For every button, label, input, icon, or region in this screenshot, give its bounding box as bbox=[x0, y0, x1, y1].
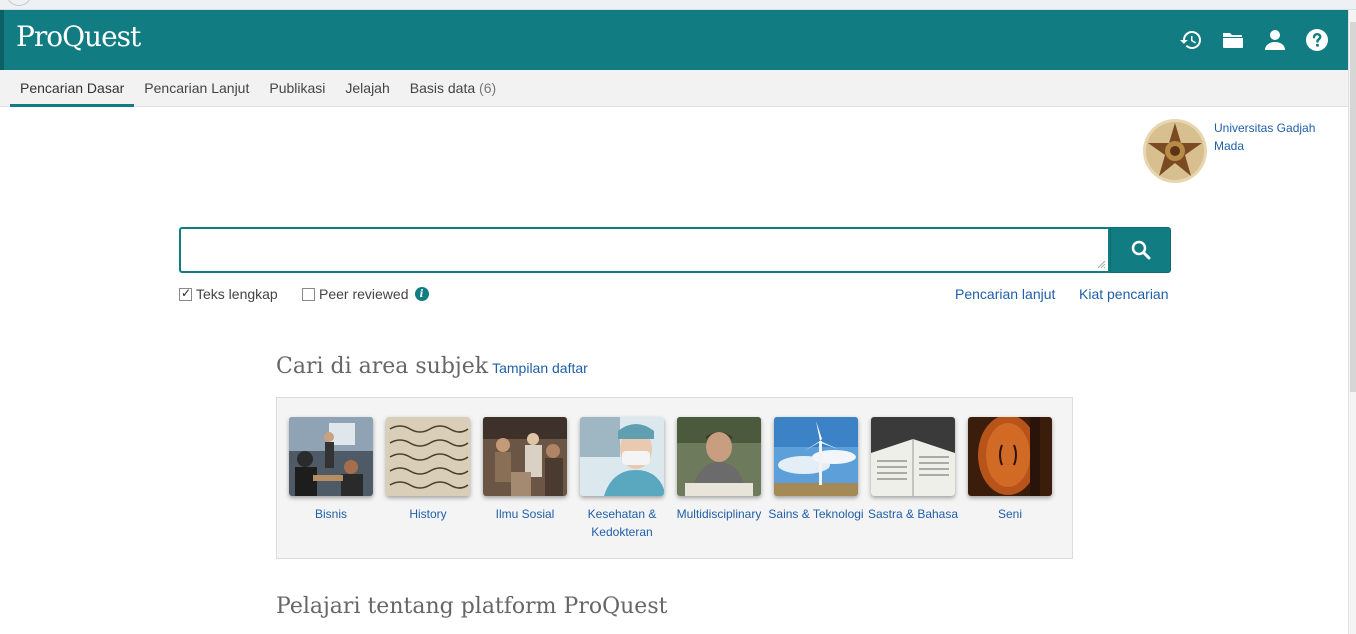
subject-label: Seni bbox=[997, 507, 1023, 521]
subject-label: Kesehatan & Kedokteran bbox=[587, 507, 657, 539]
list-view-link[interactable]: Tampilan daftar bbox=[492, 360, 588, 376]
peer-reviewed-option[interactable]: Peer reviewed i bbox=[302, 286, 429, 302]
subject-thumbnail bbox=[483, 417, 567, 496]
resize-grip-icon[interactable] bbox=[1097, 260, 1106, 269]
full-text-label: Teks lengkap bbox=[196, 286, 278, 302]
tab-label: Jelajah bbox=[345, 80, 390, 96]
subject-thumbnail bbox=[871, 417, 955, 496]
search-tips-link[interactable]: Kiat pencarian bbox=[1079, 286, 1169, 302]
subject-label: Sastra & Bahasa bbox=[867, 507, 959, 521]
user-icon[interactable] bbox=[1260, 25, 1290, 55]
subject-thumbnail bbox=[289, 417, 373, 496]
subject-label: History bbox=[409, 507, 447, 521]
browser-tab-edge bbox=[6, 0, 32, 6]
tab-browse[interactable]: Jelajah bbox=[335, 70, 399, 107]
database-count: (6) bbox=[479, 80, 497, 96]
institution-link[interactable]: Universitas Gadjah Mada bbox=[1141, 117, 1341, 189]
search-options: Teks lengkap Peer reviewed i Pencarian l… bbox=[179, 286, 1171, 306]
institution-name: Universitas Gadjah Mada bbox=[1214, 121, 1316, 153]
scrollbar-thumb[interactable] bbox=[1350, 22, 1356, 392]
subject-thumbnail bbox=[386, 417, 470, 496]
subject-literature-language[interactable]: Sastra & Bahasa bbox=[865, 417, 961, 523]
subject-label: Bisnis bbox=[314, 507, 347, 521]
header: ProQuest bbox=[0, 10, 1348, 70]
subject-business[interactable]: Bisnis bbox=[283, 417, 379, 523]
tab-label: Basis data bbox=[409, 80, 476, 96]
subject-label: Multidisciplinary bbox=[676, 507, 762, 521]
header-icons bbox=[1176, 25, 1332, 55]
tab-label: Pencarian Dasar bbox=[20, 80, 125, 96]
help-icon[interactable] bbox=[1302, 25, 1332, 55]
folder-icon[interactable] bbox=[1218, 25, 1248, 55]
info-icon[interactable]: i bbox=[414, 287, 429, 301]
browser-top-strip bbox=[0, 0, 1356, 10]
subject-social-sciences[interactable]: Ilmu Sosial bbox=[477, 417, 573, 523]
tab-label: Publikasi bbox=[269, 80, 326, 96]
peer-reviewed-label: Peer reviewed bbox=[319, 286, 409, 302]
search-input[interactable] bbox=[179, 227, 1110, 273]
tab-advanced-search[interactable]: Pencarian Lanjut bbox=[134, 70, 259, 107]
tab-databases[interactable]: Basis data (6) bbox=[400, 70, 506, 107]
subject-science-technology[interactable]: Sains & Teknologi bbox=[768, 417, 864, 523]
subject-area-title: Cari di area subjek bbox=[276, 354, 489, 379]
search-icon bbox=[1131, 240, 1150, 260]
subject-area-panel: Bisnis History Ilmu Sosial Kesehatan & K… bbox=[276, 397, 1073, 559]
subject-history[interactable]: History bbox=[380, 417, 476, 523]
full-text-option[interactable]: Teks lengkap bbox=[179, 286, 278, 302]
subject-area-heading: Cari di area subjek Tampilan daftar bbox=[276, 354, 588, 379]
proquest-logo[interactable]: ProQuest bbox=[16, 20, 141, 53]
subject-thumbnail bbox=[677, 417, 761, 496]
search-bar bbox=[179, 227, 1171, 273]
university-seal-icon bbox=[1143, 119, 1207, 183]
history-icon[interactable] bbox=[1176, 25, 1206, 55]
tab-basic-search[interactable]: Pencarian Dasar bbox=[10, 70, 135, 107]
page-scrollbar[interactable] bbox=[1348, 10, 1356, 634]
tab-label: Pencarian Lanjut bbox=[144, 80, 250, 96]
search-button[interactable] bbox=[1110, 227, 1171, 273]
main-nav: Pencarian Dasar Pencarian Lanjut Publika… bbox=[0, 70, 1348, 107]
peer-reviewed-checkbox[interactable] bbox=[302, 287, 315, 301]
learn-platform-heading: Pelajari tentang platform ProQuest bbox=[276, 594, 668, 619]
tab-publications[interactable]: Publikasi bbox=[259, 70, 335, 107]
subject-thumbnail bbox=[774, 417, 858, 496]
subject-arts[interactable]: Seni bbox=[962, 417, 1058, 523]
subject-label: Sains & Teknologi bbox=[768, 507, 864, 521]
subject-health-medicine[interactable]: Kesehatan & Kedokteran bbox=[574, 417, 670, 541]
subject-thumbnail bbox=[968, 417, 1052, 496]
subject-multidisciplinary[interactable]: Multidisciplinary bbox=[671, 417, 767, 523]
subject-thumbnail bbox=[580, 417, 664, 496]
full-text-checkbox[interactable] bbox=[179, 286, 192, 301]
subject-label: Ilmu Sosial bbox=[495, 507, 555, 521]
advanced-search-link[interactable]: Pencarian lanjut bbox=[955, 286, 1055, 302]
